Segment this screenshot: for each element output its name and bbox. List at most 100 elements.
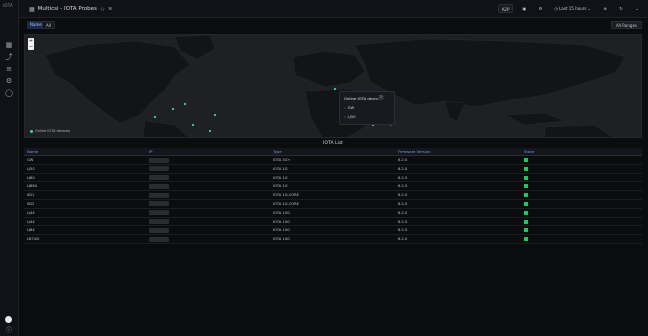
table-row[interactable]: LJ44 IOTA 10G 6.2.0 bbox=[24, 209, 642, 218]
cell-name: LJ84 bbox=[27, 228, 35, 233]
table-row[interactable]: GW IOTA 3G+ 6.2.0 bbox=[24, 156, 642, 165]
popup-item[interactable]: › GW bbox=[344, 105, 354, 110]
zoom-out-icon[interactable]: ⊕ bbox=[600, 4, 610, 13]
state-indicator bbox=[524, 219, 528, 224]
side-menu: IOTA ▦ ⤴ ≡ ⚙ ◯ ⓘ bbox=[0, 0, 19, 336]
refresh-icon[interactable]: ↻ bbox=[616, 4, 626, 13]
cell-ip-redacted bbox=[149, 219, 169, 225]
cell-ip-redacted bbox=[149, 175, 169, 181]
table-row[interactable]: LJ84 IOTA 10G 6.2.0 bbox=[24, 226, 642, 236]
refresh-interval-chevron-icon[interactable]: ⌄ bbox=[632, 4, 642, 13]
state-indicator bbox=[524, 193, 528, 198]
chevron-right-icon: › bbox=[344, 105, 346, 110]
cell-name: SD1 bbox=[27, 193, 35, 198]
table-row[interactable]: LJ884 IOTA 1G 6.2.0 bbox=[24, 182, 642, 192]
table-row[interactable]: LJ44 IOTA 10G 6.2.0 bbox=[24, 218, 642, 227]
dashboards-icon[interactable]: ▦ bbox=[5, 41, 13, 49]
cell-type: IOTA 10G bbox=[273, 210, 290, 215]
app-logo: IOTA bbox=[3, 3, 13, 8]
help-icon[interactable]: ⓘ bbox=[5, 327, 13, 335]
cell-name: SD2 bbox=[27, 201, 35, 206]
alerting-icon[interactable]: ≡ bbox=[5, 65, 13, 73]
popup-item[interactable]: › LJ50 bbox=[344, 114, 356, 119]
cell-ip-redacted bbox=[149, 201, 169, 207]
legend-label: Online IOTA devices bbox=[35, 129, 70, 133]
user-avatar[interactable] bbox=[5, 316, 12, 323]
cell-name: LJ50 bbox=[27, 166, 35, 171]
cell-ip-redacted bbox=[149, 210, 169, 216]
column-header-state[interactable]: State bbox=[524, 149, 534, 155]
cell-name: LJ884 bbox=[27, 184, 37, 189]
table-row[interactable]: LJ60 IOTA 1G 6.2.0 bbox=[24, 174, 642, 183]
device-marker bbox=[213, 113, 217, 117]
dashboard-navbar: ▦ Multicsi - IOTA Probes ☆ ⪤ A2P ▣ ⚙ ◷ L… bbox=[19, 0, 648, 18]
cell-ip-redacted bbox=[149, 236, 169, 242]
popup-count-badge: 2 bbox=[378, 95, 385, 100]
save-icon[interactable]: ▣ bbox=[519, 4, 529, 13]
settings-icon[interactable]: ⚙ bbox=[5, 77, 13, 85]
table-row[interactable]: LJ50 IOTA 1G 6.2.0 bbox=[24, 165, 642, 174]
ranges-button[interactable]: All Ranges bbox=[611, 21, 642, 29]
column-header-firmware[interactable]: Firmware Version bbox=[398, 149, 431, 155]
device-marker bbox=[333, 87, 337, 91]
explore-icon[interactable]: ⤴ bbox=[5, 53, 13, 61]
popup-title: Online IOTA devices bbox=[344, 96, 382, 101]
state-indicator bbox=[524, 184, 528, 189]
user-badge[interactable]: A2P bbox=[497, 4, 514, 13]
cell-type: IOTA 1G-CORE bbox=[273, 193, 299, 198]
cell-type: IOTA 10G bbox=[273, 237, 290, 242]
device-marker bbox=[171, 107, 175, 111]
cell-ip-redacted bbox=[149, 183, 169, 189]
table-row[interactable]: LB742I IOTA 10G 6.2.0 bbox=[24, 235, 642, 244]
cell-firmware: 6.2.0 bbox=[398, 184, 408, 189]
cell-firmware: 6.2.0 bbox=[398, 237, 408, 242]
state-indicator bbox=[524, 237, 528, 242]
cell-name: LB742I bbox=[27, 237, 40, 242]
device-marker bbox=[208, 129, 212, 133]
cell-firmware: 6.2.0 bbox=[398, 201, 408, 206]
map-legend: Online IOTA devices bbox=[30, 129, 70, 133]
cell-type: IOTA 10G bbox=[273, 219, 290, 224]
time-picker[interactable]: ◷ Last 15 hours ⌄ bbox=[551, 4, 594, 13]
variable-select[interactable]: All bbox=[42, 21, 55, 29]
map-popup: Online IOTA devices 2 › GW › LJ50 bbox=[339, 91, 395, 125]
cell-type: IOTA 1G bbox=[273, 166, 288, 171]
zoom-out-button[interactable]: − bbox=[28, 44, 34, 50]
table-row[interactable]: SD1 IOTA 1G-CORE 6.2.0 bbox=[24, 191, 642, 200]
gear-icon[interactable]: ⚙ bbox=[535, 4, 545, 13]
cell-type: IOTA 10G bbox=[273, 228, 290, 233]
shield-icon[interactable]: ◯ bbox=[5, 89, 13, 97]
map-zoom-control: + − bbox=[28, 38, 34, 50]
table-body: GW IOTA 3G+ 6.2.0 LJ50 IOTA 1G 6.2.0 LJ60 IOTA … bbox=[24, 156, 642, 244]
grid-icon: ▦ bbox=[29, 5, 35, 13]
cell-name: GW bbox=[27, 158, 34, 162]
cell-type: IOTA 1G bbox=[273, 184, 288, 189]
iota-table: Name IP Type Firmware Version State GW IO… bbox=[24, 148, 642, 244]
state-indicator bbox=[524, 158, 528, 162]
cell-ip-redacted bbox=[149, 227, 169, 233]
state-indicator bbox=[524, 166, 528, 171]
device-marker bbox=[191, 123, 195, 127]
state-indicator bbox=[524, 228, 528, 233]
cell-type: IOTA 1G-CORE bbox=[273, 201, 299, 206]
column-header-ip[interactable]: IP bbox=[149, 149, 152, 155]
share-icon[interactable]: ⪤ bbox=[108, 5, 112, 13]
dashboard-title-text[interactable]: Multicsi - IOTA Probes bbox=[38, 6, 97, 12]
state-indicator bbox=[524, 210, 528, 215]
star-icon[interactable]: ☆ bbox=[100, 6, 105, 13]
column-header-type[interactable]: Type bbox=[273, 149, 282, 155]
chevron-right-icon: › bbox=[344, 114, 346, 119]
variables-bar: Name All All Ranges bbox=[19, 19, 648, 31]
cell-name: LJ60 bbox=[27, 175, 35, 180]
cell-firmware: 6.2.0 bbox=[398, 219, 408, 224]
table-row[interactable]: SD2 IOTA 1G-CORE 6.2.0 bbox=[24, 200, 642, 209]
legend-swatch bbox=[30, 129, 33, 133]
world-map-panel[interactable]: + − Online IOTA devices Online IOTA devi… bbox=[24, 34, 642, 138]
time-range-label: Last 15 hours bbox=[559, 6, 587, 11]
cell-firmware: 6.2.0 bbox=[398, 158, 408, 162]
cell-name: LJ44 bbox=[27, 210, 35, 215]
device-marker bbox=[183, 102, 187, 106]
device-marker bbox=[153, 115, 157, 119]
table-panel-title: IOTA List bbox=[323, 141, 343, 146]
column-header-name[interactable]: Name bbox=[27, 149, 38, 155]
